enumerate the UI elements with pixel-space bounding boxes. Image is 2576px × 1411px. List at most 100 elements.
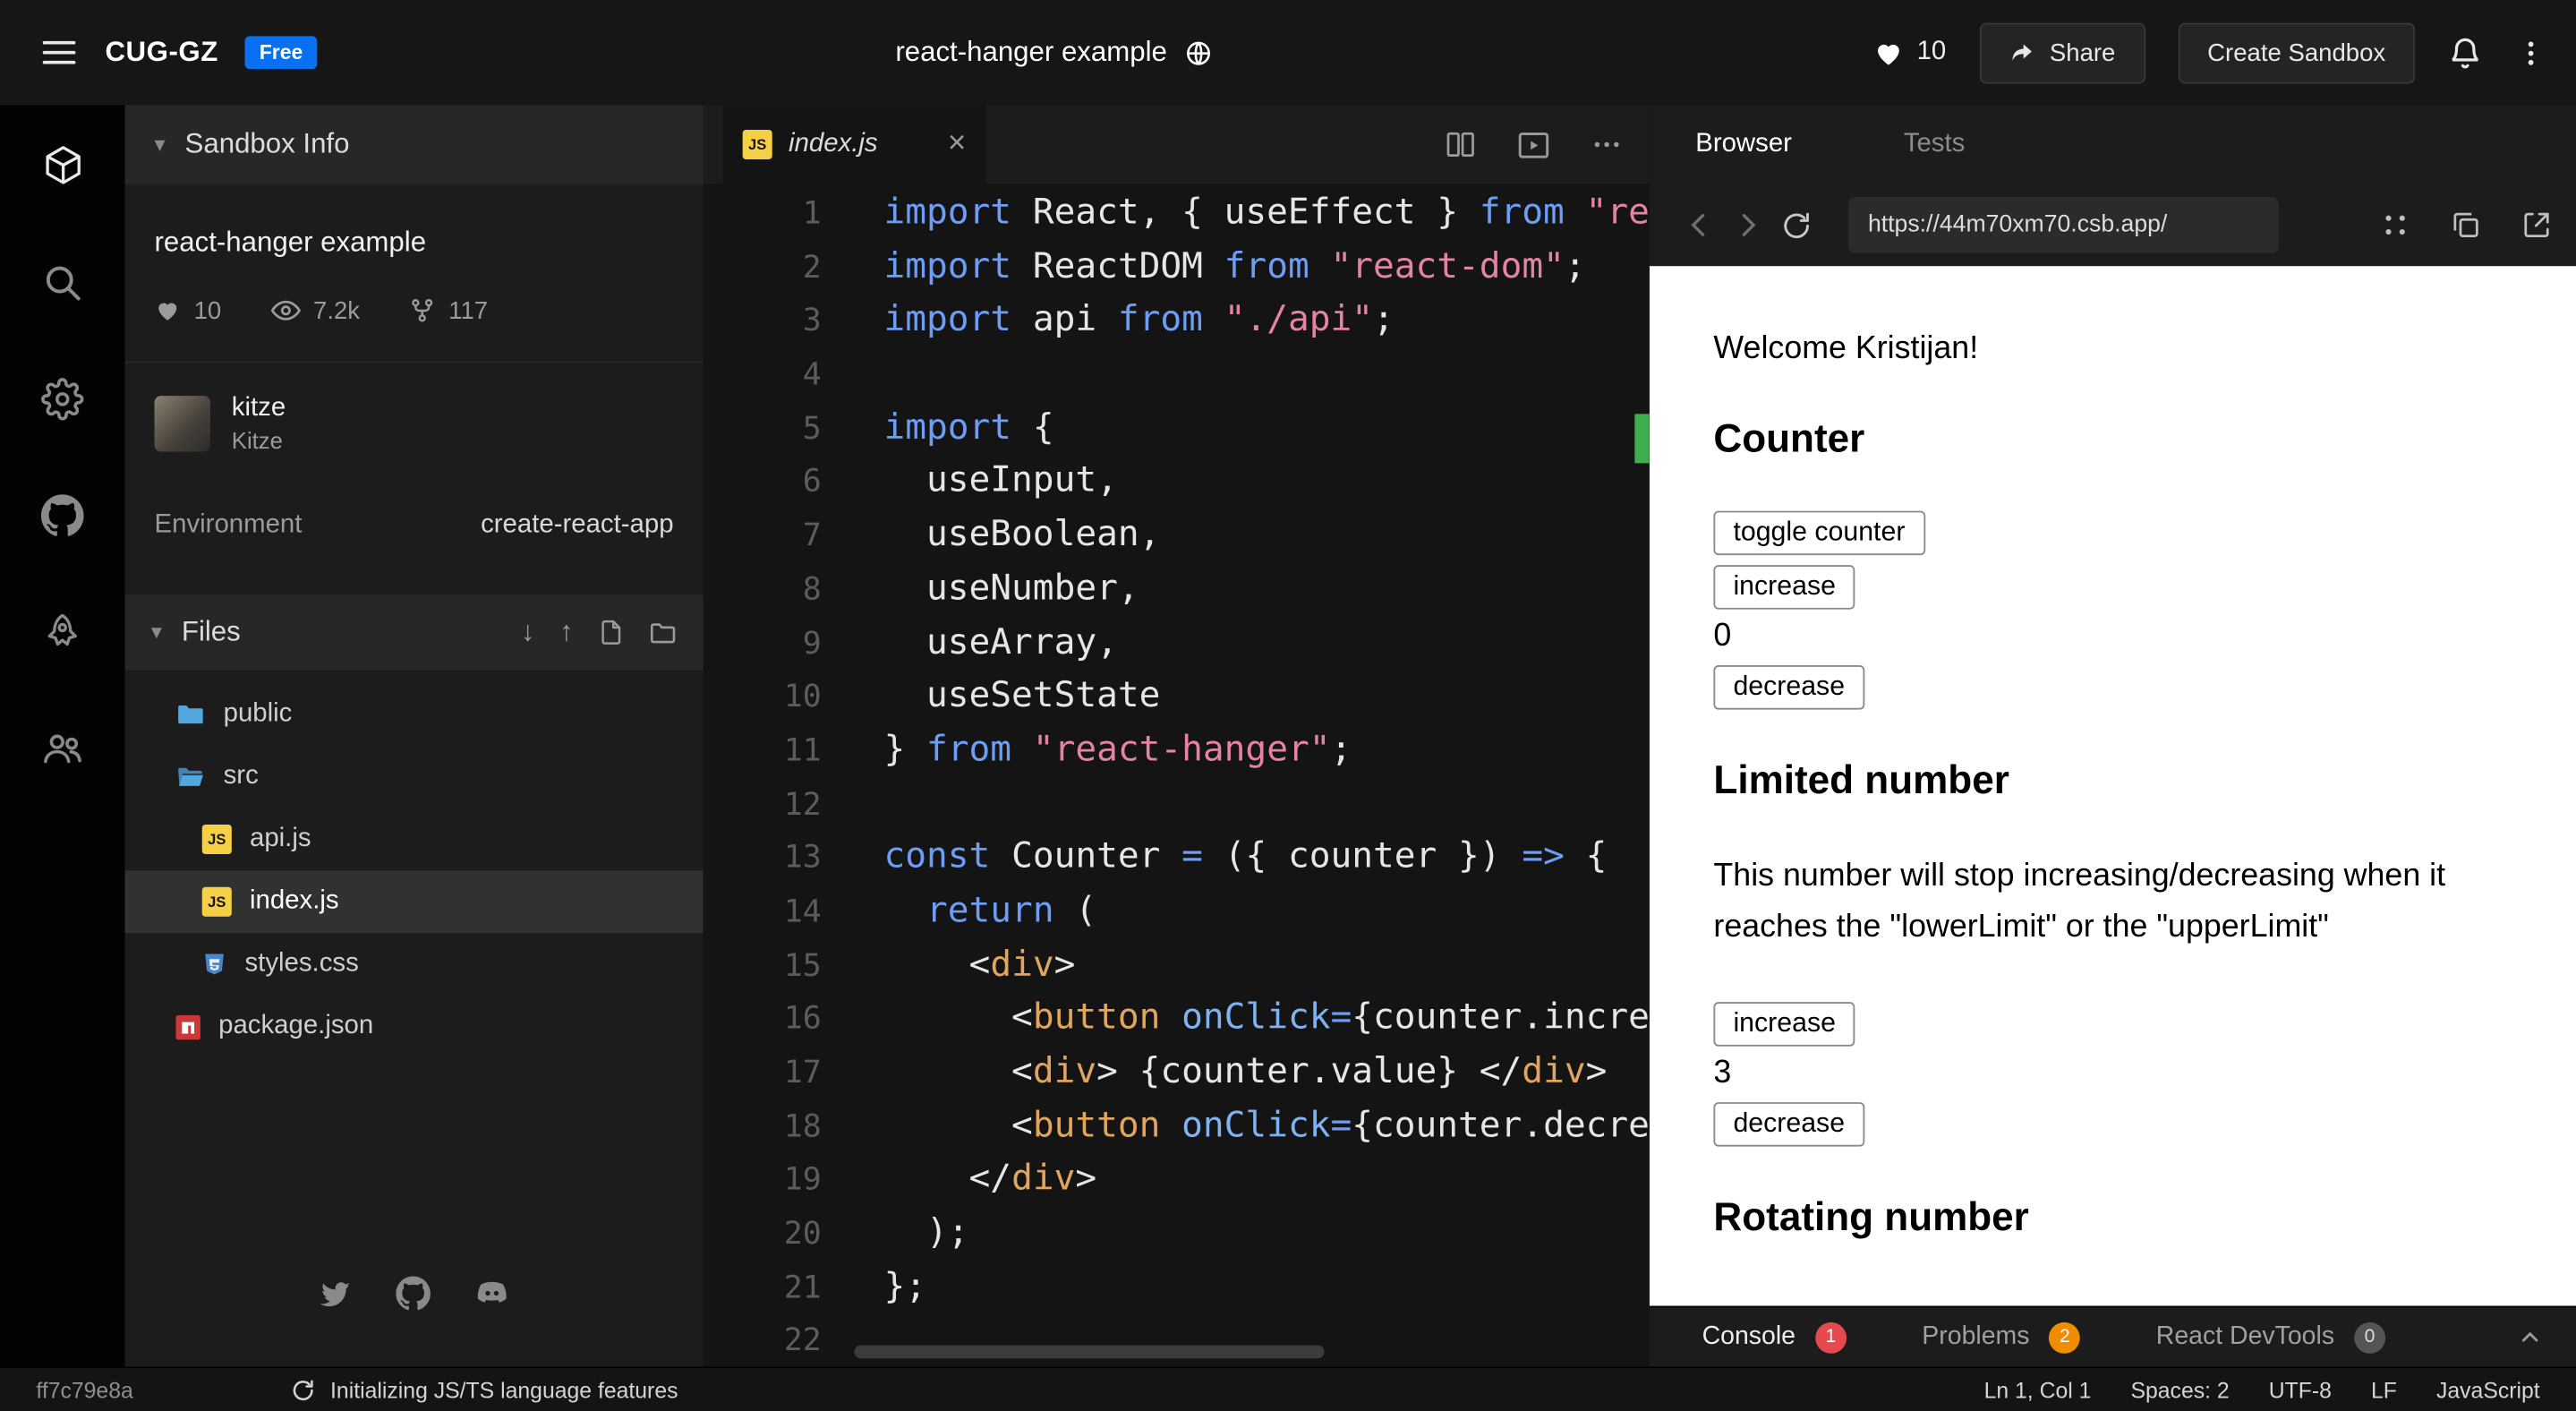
twitter-icon[interactable] <box>317 1275 353 1313</box>
file-row-package-json[interactable]: package.json <box>124 996 703 1058</box>
forward-icon[interactable] <box>1732 209 1765 242</box>
open-new-window-icon[interactable] <box>2521 209 2554 242</box>
code-line[interactable]: 10 useSetState <box>704 671 1650 724</box>
new-file-icon[interactable] <box>598 620 624 646</box>
code-editor: JS index.js × 1import React, { useEffect… <box>704 105 1650 1366</box>
download-icon[interactable]: ↓ <box>521 616 535 649</box>
file-name: api.js <box>250 825 311 854</box>
file-row-styles-css[interactable]: styles.css <box>124 933 703 996</box>
share-button[interactable]: Share <box>1979 22 2145 83</box>
globe-icon[interactable] <box>1185 38 1213 66</box>
code-line[interactable]: 16 <button onClick={counter.increase}> <box>704 993 1650 1047</box>
github-icon[interactable] <box>41 494 84 537</box>
discord-icon[interactable] <box>473 1275 511 1313</box>
code-line[interactable]: 9 useArray, <box>704 617 1650 671</box>
forks-stat[interactable]: 117 <box>409 296 488 324</box>
decrease-button[interactable]: decrease <box>1713 665 1864 710</box>
language-mode[interactable]: JavaScript <box>2436 1377 2540 1402</box>
code-line[interactable]: 2import ReactDOM from "react-dom"; <box>704 241 1650 295</box>
tab-tests[interactable]: Tests <box>1904 130 1966 159</box>
increase-button[interactable]: increase <box>1713 565 1855 610</box>
github-icon[interactable] <box>396 1275 431 1313</box>
sandbox-cube-icon[interactable] <box>40 143 85 188</box>
upload-icon[interactable]: ↑ <box>559 616 574 649</box>
responsive-mode-icon[interactable] <box>2379 209 2412 242</box>
limited-value: 3 <box>1713 1055 2576 1092</box>
code-line[interactable]: 11} from "react-hanger"; <box>704 724 1650 778</box>
team-people-icon[interactable] <box>41 728 84 771</box>
close-tab-icon[interactable]: × <box>948 126 966 162</box>
code-line[interactable]: 19 </div> <box>704 1154 1650 1208</box>
code-line[interactable]: 18 <button onClick={counter.decrease}> <box>704 1100 1650 1154</box>
code-line[interactable]: 6 useInput, <box>704 456 1650 509</box>
editor-tab-bar: JS index.js × <box>704 105 1650 184</box>
cursor-position[interactable]: Ln 1, Col 1 <box>1984 1377 2092 1402</box>
like-button[interactable]: 10 <box>1872 37 1946 68</box>
notifications-bell-icon[interactable] <box>2448 35 2483 70</box>
code-line[interactable]: 4 <box>704 348 1650 402</box>
problems-tab[interactable]: Problems 2 <box>1922 1321 2080 1353</box>
code-line[interactable]: 3import api from "./api"; <box>704 295 1650 348</box>
code-line[interactable]: 22 <box>704 1315 1650 1367</box>
expand-console-chevron-icon[interactable] <box>2517 1324 2543 1350</box>
react-devtools-tab[interactable]: React DevTools 0 <box>2156 1321 2385 1353</box>
console-tab[interactable]: Console 1 <box>1702 1321 1847 1353</box>
file-tree: public src JS api.js JS index.js style <box>124 671 703 1058</box>
code-line[interactable]: 8 useNumber, <box>704 563 1650 617</box>
sandbox-info-header[interactable]: ▾ Sandbox Info <box>124 105 703 184</box>
code-line[interactable]: 20 ); <box>704 1208 1650 1261</box>
files-section-header[interactable]: ▾ Files ↓ ↑ <box>124 594 703 670</box>
code-lines[interactable]: 1import React, { useEffect } from "react… <box>704 184 1650 1366</box>
line-number: 18 <box>704 1100 822 1154</box>
file-row-public[interactable]: public <box>124 683 703 746</box>
environment-value[interactable]: create-react-app <box>481 511 673 541</box>
search-icon[interactable] <box>41 261 84 304</box>
duplicate-window-icon[interactable] <box>2450 209 2483 242</box>
toggle-counter-button[interactable]: toggle counter <box>1713 511 1924 556</box>
code-line[interactable]: 15 <div> <box>704 939 1650 993</box>
npm-file-icon <box>175 1014 200 1039</box>
indentation-setting[interactable]: Spaces: 2 <box>2130 1377 2229 1402</box>
tab-index-js[interactable]: JS index.js × <box>723 105 986 184</box>
tab-browser[interactable]: Browser <box>1695 130 1792 159</box>
limited-decrease-button[interactable]: decrease <box>1713 1102 1864 1147</box>
line-number: 13 <box>704 832 822 885</box>
eol-setting[interactable]: LF <box>2371 1377 2397 1402</box>
code-line[interactable]: 5import { <box>704 402 1650 456</box>
file-row-index-js[interactable]: JS index.js <box>124 870 703 933</box>
views-count: 7.2k <box>313 296 360 324</box>
url-bar[interactable]: https://44m70xm70.csb.app/ <box>1848 197 2279 252</box>
code-line[interactable]: 1import React, { useEffect } from "react… <box>704 187 1650 241</box>
new-folder-icon[interactable] <box>649 619 677 646</box>
settings-gear-icon[interactable] <box>41 378 84 421</box>
code-line[interactable]: 7 useBoolean, <box>704 509 1650 563</box>
code-line[interactable]: 12 <box>704 778 1650 832</box>
sandbox-title-group: react-hanger example <box>895 0 1213 105</box>
environment-label: Environment <box>155 511 303 541</box>
back-icon[interactable] <box>1683 209 1716 242</box>
file-row-src[interactable]: src <box>124 746 703 808</box>
more-options-icon[interactable] <box>2515 37 2546 68</box>
line-number: 10 <box>704 671 822 724</box>
sandbox-stats: 10 7.2k 117 <box>124 260 703 325</box>
encoding-setting[interactable]: UTF-8 <box>2269 1377 2332 1402</box>
code-line[interactable]: 21}; <box>704 1261 1650 1315</box>
status-message: Initializing JS/TS language features <box>330 1377 678 1402</box>
open-preview-icon[interactable] <box>1516 127 1551 162</box>
code-line[interactable]: 13const Counter = ({ counter }) => { <box>704 832 1650 885</box>
likes-stat[interactable]: 10 <box>155 296 222 324</box>
author-row[interactable]: kitze Kitze <box>124 363 703 455</box>
split-view-icon[interactable] <box>1444 128 1477 161</box>
menu-icon[interactable] <box>39 33 79 73</box>
file-row-api-js[interactable]: JS api.js <box>124 808 703 871</box>
line-number: 19 <box>704 1154 822 1208</box>
horizontal-scrollbar[interactable] <box>854 1346 1324 1359</box>
deploy-rocket-icon[interactable] <box>41 611 84 654</box>
line-number: 14 <box>704 885 822 939</box>
editor-more-options-icon[interactable] <box>1591 128 1624 161</box>
code-line[interactable]: 14 return ( <box>704 885 1650 939</box>
create-sandbox-button[interactable]: Create Sandbox <box>2178 22 2415 83</box>
refresh-icon[interactable] <box>1781 210 1813 241</box>
limited-increase-button[interactable]: increase <box>1713 1002 1855 1047</box>
code-line[interactable]: 17 <div> {counter.value} </div> <box>704 1047 1650 1100</box>
